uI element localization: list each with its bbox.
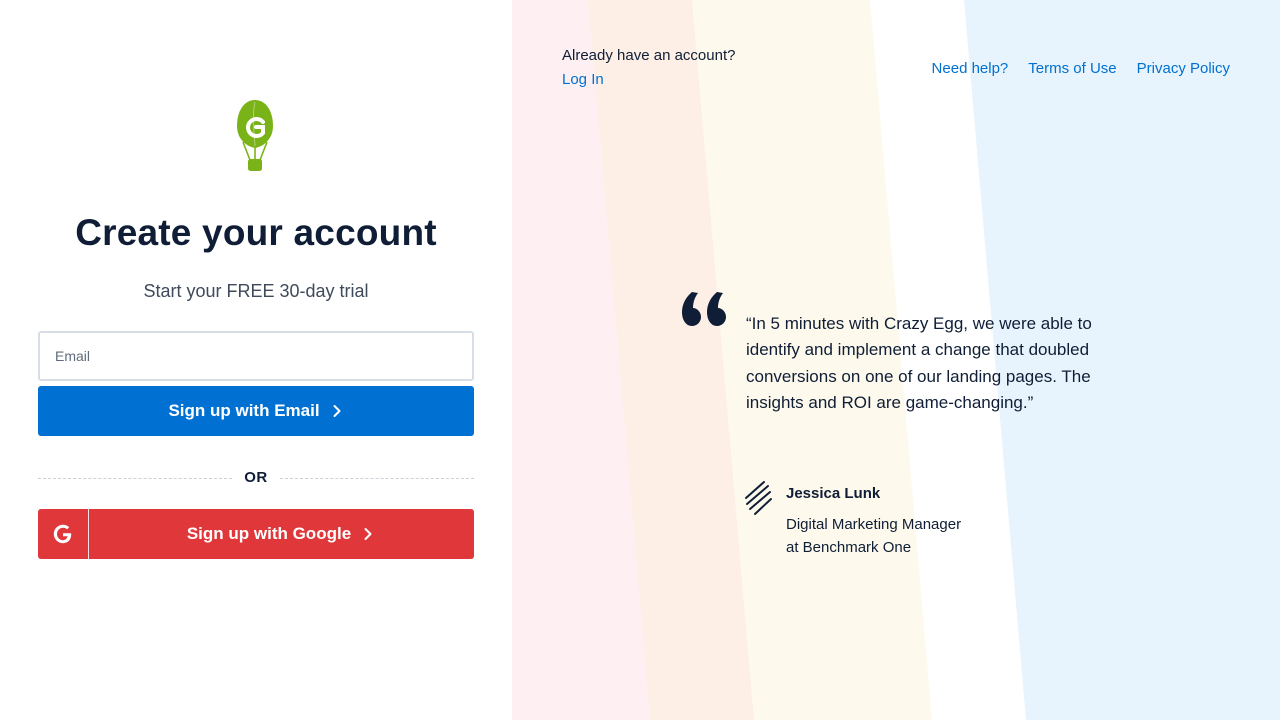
privacy-policy-link[interactable]: Privacy Policy bbox=[1137, 60, 1230, 77]
page-subtitle: Start your FREE 30-day trial bbox=[143, 281, 369, 301]
google-g-icon bbox=[53, 524, 72, 544]
signup-panel: Create your account Start your FREE 30-d… bbox=[0, 0, 512, 720]
testimonial-quote: “In 5 minutes with Crazy Egg, we were ab… bbox=[746, 314, 1092, 412]
sign-up-email-label: Sign up with Email bbox=[168, 401, 320, 420]
quote-mark-icon bbox=[682, 292, 726, 326]
google-icon-box bbox=[38, 509, 89, 559]
sign-up-google-content: Sign up with Google bbox=[137, 524, 375, 544]
sign-up-google-label: Sign up with Google bbox=[186, 524, 352, 543]
sign-up-google-button[interactable]: Sign up with Google bbox=[38, 509, 474, 559]
author-title: Digital Marketing Manager at Benchmark O… bbox=[786, 513, 1006, 559]
author-title-line-2: at Benchmark One bbox=[786, 539, 912, 556]
need-help-link[interactable]: Need help? bbox=[932, 60, 1009, 77]
chevron-right-icon bbox=[364, 528, 372, 540]
log-in-link[interactable]: Log In bbox=[562, 71, 604, 88]
terms-of-use-link[interactable]: Terms of Use bbox=[1028, 60, 1116, 77]
signature-icon bbox=[745, 481, 772, 515]
author-title-line-1: Digital Marketing Manager bbox=[786, 516, 962, 533]
email-field[interactable] bbox=[38, 331, 474, 381]
sign-up-email-button[interactable]: Sign up with Email bbox=[38, 386, 474, 436]
divider-line-right bbox=[280, 478, 474, 479]
top-links: Need help? Terms of Use Privacy Policy bbox=[932, 60, 1230, 77]
already-have-account-text: Already have an account? bbox=[562, 47, 736, 64]
page-title: Create your account bbox=[75, 212, 437, 253]
crazy-egg-balloon-logo bbox=[237, 100, 273, 171]
or-divider: OR bbox=[38, 468, 474, 488]
author-name: Jessica Lunk bbox=[786, 485, 881, 502]
testimonial-panel: Already have an account? Log In Need hel… bbox=[512, 0, 1280, 720]
chevron-right-icon bbox=[333, 405, 341, 417]
